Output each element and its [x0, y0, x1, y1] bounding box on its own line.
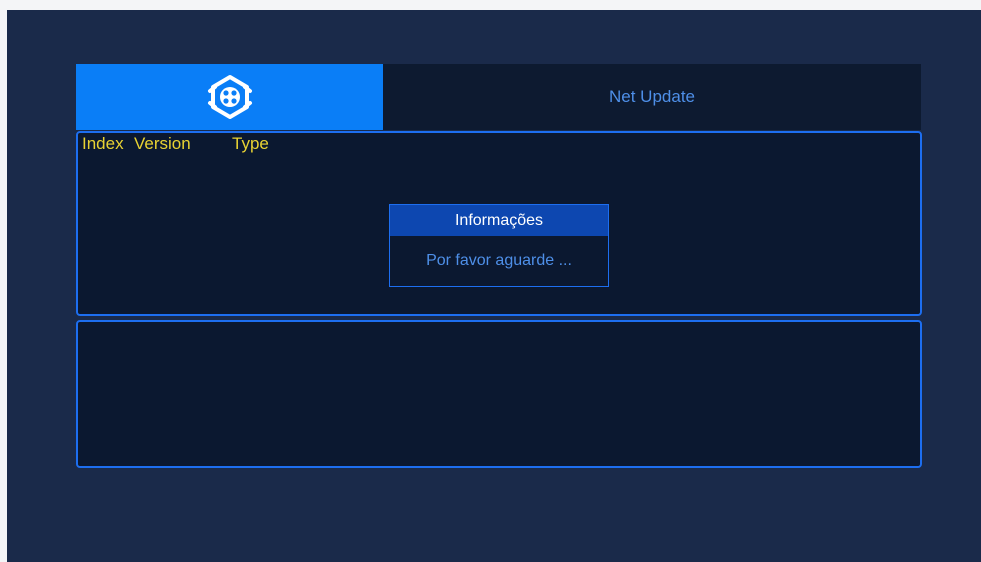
column-headers: Index Version Type	[82, 134, 269, 154]
page-title: Net Update	[609, 87, 695, 106]
dialog-title: Informações	[390, 205, 608, 236]
column-header-version: Version	[134, 134, 191, 153]
header-bar: Net Update	[76, 64, 921, 130]
dialog-message: Por favor aguarde ...	[426, 252, 572, 269]
tv-screen: Net Update Index Version Type Informações …	[7, 10, 981, 562]
info-dialog: Informações Por favor aguarde ...	[389, 204, 609, 287]
column-header-index: Index	[82, 134, 124, 153]
logo-cell	[76, 64, 383, 130]
info-panel	[76, 320, 922, 468]
hexagon-film-reel-icon	[207, 75, 252, 119]
column-header-type: Type	[232, 134, 269, 153]
